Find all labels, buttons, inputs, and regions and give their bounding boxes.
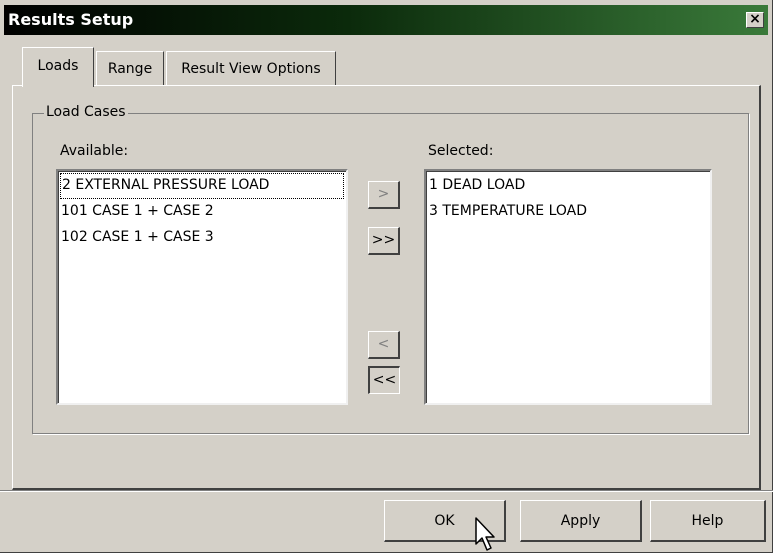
load-cases-group-label: Load Cases xyxy=(44,104,128,120)
footer-separator xyxy=(0,490,773,492)
list-item[interactable]: 1 DEAD LOAD xyxy=(426,173,710,199)
available-label: Available: xyxy=(60,143,129,159)
window-title: Results Setup xyxy=(8,10,134,29)
tab-loads[interactable]: Loads xyxy=(22,47,94,87)
tab-loads-label: Loads xyxy=(37,58,79,74)
list-item[interactable]: 101 CASE 1 + CASE 2 xyxy=(58,199,346,225)
remove-button[interactable]: < xyxy=(368,331,400,359)
close-icon[interactable]: × xyxy=(746,12,764,28)
selected-listbox[interactable]: 1 DEAD LOAD 3 TEMPERATURE LOAD xyxy=(424,169,712,405)
list-item[interactable]: 3 TEMPERATURE LOAD xyxy=(426,199,710,225)
tab-range[interactable]: Range xyxy=(96,51,164,85)
results-setup-dialog: Results Setup × Loads Range Result View … xyxy=(0,0,773,553)
available-listbox[interactable]: 2 EXTERNAL PRESSURE LOAD 101 CASE 1 + CA… xyxy=(56,169,348,405)
mouse-pointer-icon xyxy=(475,517,495,551)
title-bar[interactable]: Results Setup × xyxy=(4,5,768,35)
list-item[interactable]: 2 EXTERNAL PRESSURE LOAD xyxy=(60,173,344,199)
add-button[interactable]: > xyxy=(368,181,400,209)
add-all-button[interactable]: >> xyxy=(368,227,400,255)
tab-result-view-options-label: Result View Options xyxy=(181,61,321,77)
remove-all-button[interactable]: << xyxy=(368,366,400,394)
tab-range-label: Range xyxy=(107,61,153,77)
tab-result-view-options[interactable]: Result View Options xyxy=(166,51,336,85)
list-item[interactable]: 102 CASE 1 + CASE 3 xyxy=(58,225,346,251)
selected-label: Selected: xyxy=(428,143,494,159)
apply-button[interactable]: Apply xyxy=(520,500,642,542)
help-button[interactable]: Help xyxy=(650,500,766,542)
